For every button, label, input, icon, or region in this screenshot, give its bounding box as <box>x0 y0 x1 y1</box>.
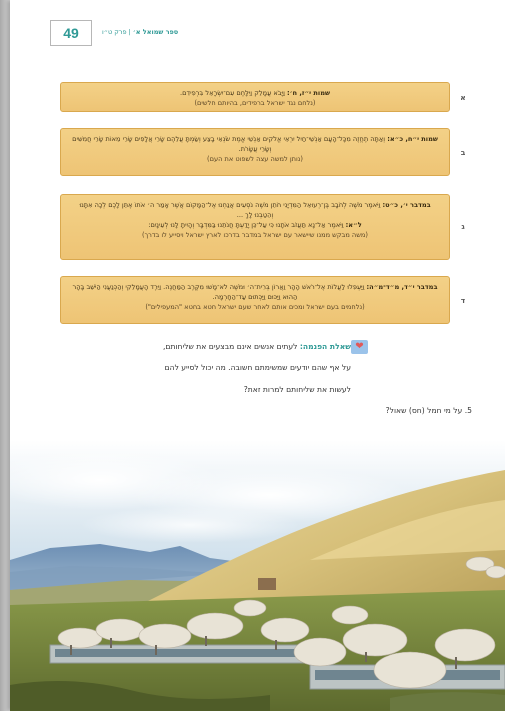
source-c-text: וַיֹּאמֶר מֹשֶׁה לְחֹבָב בֶּן־רְעוּאֵל ה… <box>79 201 383 219</box>
exercise-5: 5. על מי חמל (חס) שאול? <box>252 406 472 415</box>
source-c-letter: ג <box>461 222 465 231</box>
source-a-quote: שמות י״ז, ח׳: וַיָּבֹא עֲמָלֵק וַיִּלָּח… <box>69 88 441 98</box>
source-box-c: במדבר י׳, כ״ט: וַיֹּאמֶר מֹשֶׁה לְחֹבָב … <box>60 194 450 260</box>
source-c-note: (משה מבקש ממנו שיישאר עם ישראל במדבר בדר… <box>142 231 368 239</box>
thinking-question-line-2: על אף שהם יודעים שמשימתם חשובה. מה יכול … <box>164 363 351 372</box>
source-b-quote: שמות י״ח, כ״א: וְאַתָּה תֶחֱזֶה מִכָּל־ה… <box>69 134 441 154</box>
source-c-quote-2: ל״א: וַיֹּאמֶר אַל־נָא תַּעֲזֹב אֹתָנוּ … <box>69 220 441 230</box>
running-head: ספר שמואל א׳ | פרק ט״ו <box>102 28 178 36</box>
source-c-ref: במדבר י׳, כ״ט: <box>382 201 431 209</box>
source-b-text: וְאַתָּה תֶחֱזֶה מִכָּל־הָעָם אַנְשֵׁי־ח… <box>72 135 388 153</box>
source-box-d: במדבר י״ד, מ״ד־מ״ה: וַיַּעְפִּלוּ לַעֲלו… <box>60 276 450 324</box>
source-c-quote: במדבר י׳, כ״ט: וַיֹּאמֶר מֹשֶׁה לְחֹבָב … <box>69 200 441 220</box>
thinking-question-line-1: שאלת הפנמה: לעתים אנשים אינם מבצעים את ש… <box>91 341 351 353</box>
source-b-letter: ב <box>460 148 466 157</box>
source-a-text: וַיָּבֹא עֲמָלֵק וַיִּלָּחֶם עִם־יִשְׂרָ… <box>180 89 287 97</box>
source-a-letter: א <box>460 93 466 102</box>
thinking-question-label: שאלת הפנמה: <box>299 342 351 351</box>
running-head-chapter: פרק ט״ו <box>102 28 127 36</box>
source-d-note: (נלחמים בעם ישראל ומכים אותם לאחר שעם יש… <box>145 303 365 311</box>
source-d-ref: במדבר י״ד, מ״ד־מ״ה: <box>366 283 438 291</box>
thinking-question-line-3: לעשות את שליחותם למרות זאת? <box>243 385 351 394</box>
source-d-quote: במדבר י״ד, מ״ד־מ״ה: וַיַּעְפִּלוּ לַעֲלו… <box>69 282 441 302</box>
sheep-pasture-photo <box>10 440 505 711</box>
source-b-ref: שמות י״ח, כ״א: <box>387 135 438 143</box>
book-gutter-shadow <box>0 0 10 711</box>
source-b-note: (נותן למשה עצה לשפוט את העם) <box>207 155 303 163</box>
heart-icon: ❤ <box>351 340 368 354</box>
source-c-ref-2: ל״א: <box>345 221 362 229</box>
source-a-note: (נלחם נגד ישראל ברפידים, בהיותם חלשים) <box>194 99 316 107</box>
source-box-a: שמות י״ז, ח׳: וַיָּבֹא עֲמָלֵק וַיִּלָּח… <box>60 82 450 112</box>
source-d-letter: ד <box>460 296 466 305</box>
running-head-book: ספר שמואל א׳ <box>132 28 179 36</box>
source-d-text: וַיַּעְפִּלוּ לַעֲלוֹת אֶל־רֹאשׁ הָהָר ו… <box>72 283 367 301</box>
source-c-text-2: וַיֹּאמֶר אַל־נָא תַּעֲזֹב אֹתָנוּ כִּי … <box>148 221 346 229</box>
source-a-ref: שמות י״ז, ח׳: <box>286 89 330 97</box>
page-number: 49 <box>50 20 92 46</box>
exercise-5-text: על מי חמל (חס) שאול? <box>385 406 465 415</box>
book-page: 49 ספר שמואל א׳ | פרק ט״ו שמות י״ז, ח׳: … <box>10 0 505 711</box>
source-box-b: שמות י״ח, כ״א: וְאַתָּה תֶחֱזֶה מִכָּל־ה… <box>60 128 450 176</box>
exercise-5-number: 5. <box>464 406 472 415</box>
thinking-question-text-1: לעתים אנשים אינם מבצעים את שליחותם, <box>163 342 300 351</box>
